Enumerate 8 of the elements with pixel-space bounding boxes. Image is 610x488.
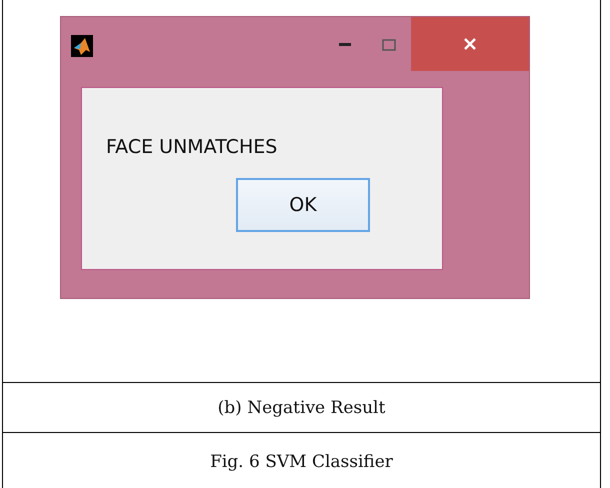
subcaption-text: (b) Negative Result (2, 382, 600, 432)
maximize-icon (382, 39, 396, 51)
app-logo-icon (71, 35, 93, 57)
ok-button[interactable]: OK (236, 178, 370, 232)
message-text: FACE UNMATCHES (106, 136, 278, 158)
close-icon (463, 37, 477, 51)
caption-text: Fig. 6 SVM Classifier (2, 432, 600, 488)
minimize-icon (339, 43, 351, 47)
